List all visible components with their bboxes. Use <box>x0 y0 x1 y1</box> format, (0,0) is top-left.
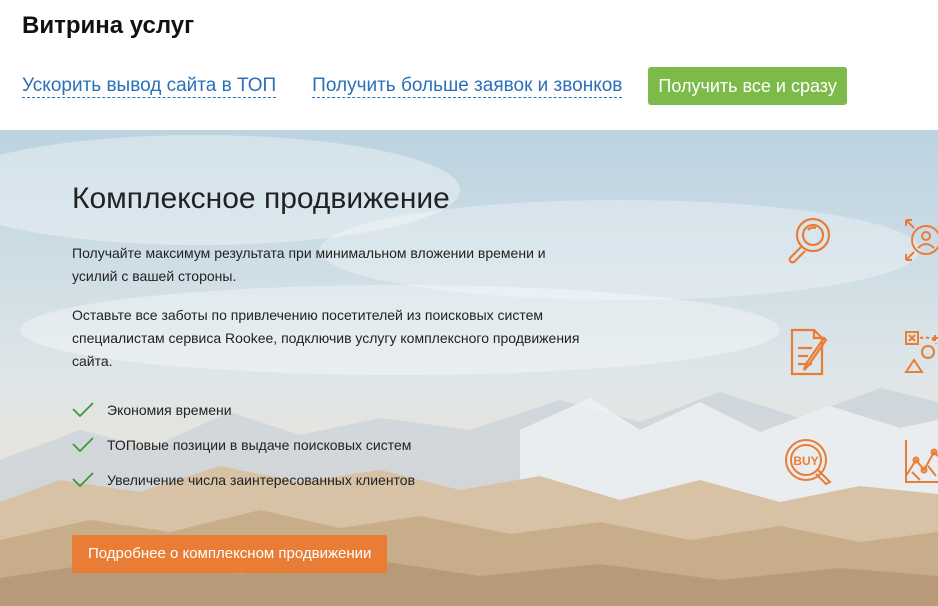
check-icon <box>72 401 94 417</box>
check-icon <box>72 436 94 452</box>
tab-more-leads[interactable]: Получить больше заявок и звонков <box>312 75 623 98</box>
tab-speed-up-top[interactable]: Ускорить вывод сайта в ТОП <box>22 75 277 98</box>
page-title: Витрина услуг <box>22 12 195 39</box>
growth-chart-icon <box>905 440 938 483</box>
target-audience-icon <box>905 219 938 261</box>
feature-list: Экономия времени ТОПовые позиции в выдач… <box>72 392 415 497</box>
buy-icon: BUY <box>785 439 832 486</box>
magnifier-icon <box>788 217 831 264</box>
list-item: Увеличение числа заинтересованных клиент… <box>72 462 415 497</box>
list-item: Экономия времени <box>72 392 415 427</box>
feature-text: ТОПовые позиции в выдаче поисковых систе… <box>107 436 412 453</box>
more-about-promotion-button[interactable]: Подробнее о комплексном продвижении <box>72 535 388 573</box>
check-icon <box>72 471 94 487</box>
service-tabs: Ускорить вывод сайта в ТОП Получить боль… <box>22 67 847 105</box>
tab-get-all[interactable]: Получить все и сразу <box>648 67 847 105</box>
hero-title: Комплексное продвижение <box>72 182 450 215</box>
hero-banner: Комплексное продвижение Получайте максим… <box>0 130 938 606</box>
feature-text: Экономия времени <box>107 401 232 418</box>
buy-icon-label: BUY <box>793 454 818 468</box>
feature-text: Увеличение числа заинтересованных клиент… <box>107 471 416 488</box>
hero-paragraph-2: Оставьте все заботы по привлечению посет… <box>72 307 580 369</box>
hero-paragraph-1: Получайте максимум результата при минима… <box>72 245 546 284</box>
document-edit-icon <box>790 328 828 376</box>
strategy-icon <box>904 331 938 373</box>
header-panel: Витрина услуг Ускорить вывод сайта в ТОП… <box>0 0 938 130</box>
list-item: ТОПовые позиции в выдаче поисковых систе… <box>72 427 415 462</box>
